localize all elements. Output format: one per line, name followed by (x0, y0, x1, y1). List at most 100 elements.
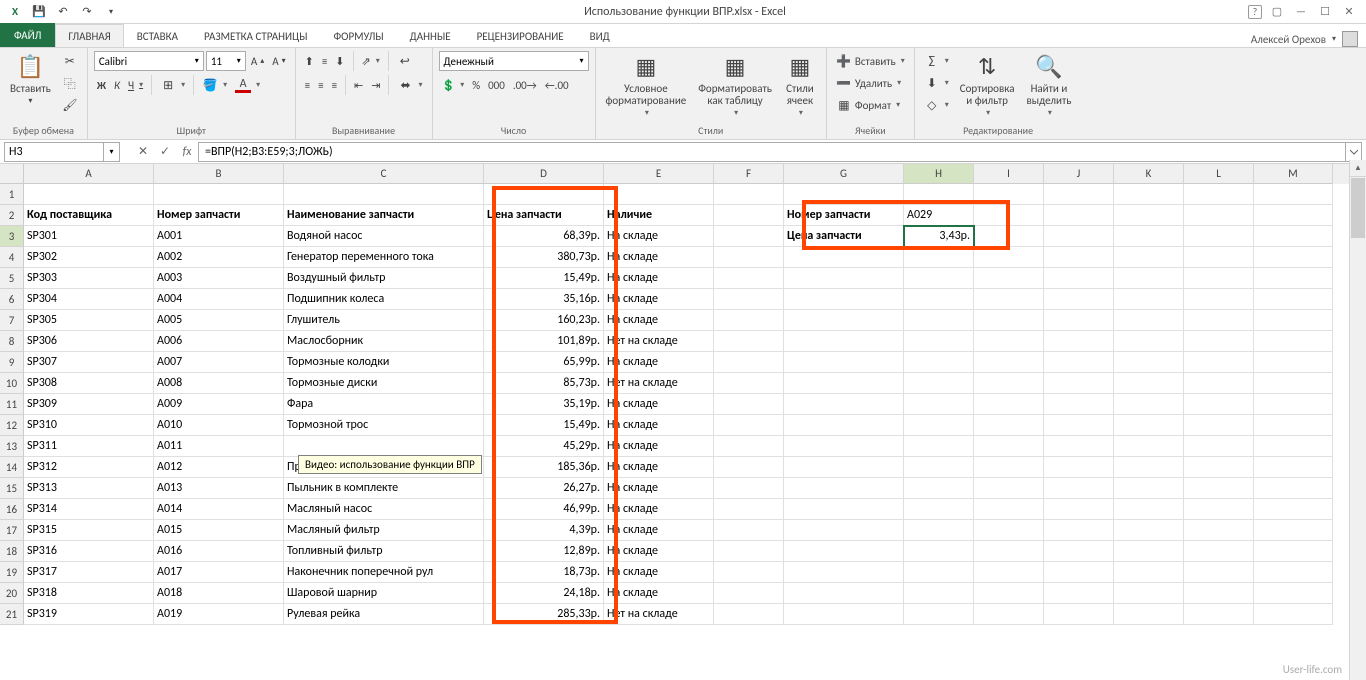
cell-L11[interactable] (1184, 394, 1254, 415)
cell-A13[interactable]: SP311 (24, 436, 154, 457)
vertical-scrollbar[interactable]: ▲ (1349, 160, 1366, 680)
cell-D12[interactable]: 15,49р. (484, 415, 604, 436)
row-header-11[interactable]: 11 (0, 394, 24, 415)
cell-G14[interactable] (784, 457, 904, 478)
percent-button[interactable]: % (469, 75, 483, 95)
cell-H12[interactable] (904, 415, 974, 436)
cell-G5[interactable] (784, 268, 904, 289)
cell-H1[interactable] (904, 184, 974, 205)
cell-A17[interactable]: SP315 (24, 520, 154, 541)
cell-H17[interactable] (904, 520, 974, 541)
cell-A5[interactable]: SP303 (24, 268, 154, 289)
cell-G17[interactable] (784, 520, 904, 541)
close-icon[interactable]: ✕ (1340, 4, 1358, 20)
cell-D5[interactable]: 15,49р. (484, 268, 604, 289)
cell-G2[interactable]: Номер запчасти (784, 205, 904, 226)
cell-L5[interactable] (1184, 268, 1254, 289)
autosum-button[interactable]: ∑ (921, 51, 952, 71)
cell-M14[interactable] (1254, 457, 1333, 478)
cell-E11[interactable]: На складе (604, 394, 714, 415)
cell-K14[interactable] (1114, 457, 1184, 478)
cell-L13[interactable] (1184, 436, 1254, 457)
cell-J13[interactable] (1044, 436, 1114, 457)
scroll-up-button[interactable]: ▲ (1350, 160, 1366, 177)
cell-H14[interactable] (904, 457, 974, 478)
cell-B15[interactable]: A013 (154, 478, 284, 499)
tab-review[interactable]: РЕЦЕНЗИРОВАНИЕ (464, 24, 577, 47)
column-header-J[interactable]: J (1044, 164, 1114, 184)
cell-K7[interactable] (1114, 310, 1184, 331)
ribbon-options-icon[interactable]: ▢ (1268, 4, 1286, 20)
cell-H16[interactable] (904, 499, 974, 520)
cell-L21[interactable] (1184, 604, 1254, 625)
cell-A9[interactable]: SP307 (24, 352, 154, 373)
cell-I12[interactable] (974, 415, 1044, 436)
border-button[interactable]: ⊞ (157, 75, 188, 95)
column-header-E[interactable]: E (604, 164, 714, 184)
cell-I1[interactable] (974, 184, 1044, 205)
cell-K13[interactable] (1114, 436, 1184, 457)
cell-J20[interactable] (1044, 583, 1114, 604)
align-left-button[interactable]: ≡ (302, 75, 313, 95)
cell-F8[interactable] (714, 331, 784, 352)
cell-E8[interactable]: Нет на складе (604, 331, 714, 352)
cell-D6[interactable]: 35,16р. (484, 289, 604, 310)
cell-D10[interactable]: 85,73р. (484, 373, 604, 394)
sort-filter-button[interactable]: ⇅ Сортировка и фильтр (956, 51, 1019, 120)
cell-G21[interactable] (784, 604, 904, 625)
format-cells-button[interactable]: ▦Формат (833, 95, 903, 115)
align-center-button[interactable]: ≡ (315, 75, 326, 95)
cell-D13[interactable]: 45,29р. (484, 436, 604, 457)
cell-L1[interactable] (1184, 184, 1254, 205)
cell-E2[interactable]: Наличие (604, 205, 714, 226)
shrink-font-button[interactable]: A▾ (269, 51, 288, 71)
column-header-K[interactable]: K (1114, 164, 1184, 184)
cell-I5[interactable] (974, 268, 1044, 289)
row-header-10[interactable]: 10 (0, 373, 24, 394)
clear-button[interactable]: ◇ (921, 95, 952, 115)
row-header-9[interactable]: 9 (0, 352, 24, 373)
cell-B4[interactable]: A002 (154, 247, 284, 268)
column-header-C[interactable]: C (284, 164, 484, 184)
user-area[interactable]: Алексей Орехов ▾ (1251, 31, 1366, 47)
copy-button[interactable]: ⿻ (59, 73, 81, 93)
cell-K8[interactable] (1114, 331, 1184, 352)
cell-E9[interactable]: На складе (604, 352, 714, 373)
font-name-select[interactable]: Calibri (94, 51, 204, 71)
currency-button[interactable]: 💲 (439, 75, 468, 95)
indent-button[interactable]: ⇥ (368, 75, 383, 95)
name-box[interactable]: H3 (4, 142, 104, 162)
cell-J5[interactable] (1044, 268, 1114, 289)
cell-M19[interactable] (1254, 562, 1333, 583)
cell-K15[interactable] (1114, 478, 1184, 499)
cell-M8[interactable] (1254, 331, 1333, 352)
cell-M13[interactable] (1254, 436, 1333, 457)
cell-J3[interactable] (1044, 226, 1114, 247)
cell-G15[interactable] (784, 478, 904, 499)
cell-K16[interactable] (1114, 499, 1184, 520)
cell-styles-button[interactable]: ▦ Стили ячеек (780, 51, 820, 120)
cell-H20[interactable] (904, 583, 974, 604)
cell-E5[interactable]: На складе (604, 268, 714, 289)
row-header-14[interactable]: 14 (0, 457, 24, 478)
bold-button[interactable]: Ж (94, 75, 109, 95)
cell-F6[interactable] (714, 289, 784, 310)
cell-J19[interactable] (1044, 562, 1114, 583)
cell-C4[interactable]: Генератор переменного тока (284, 247, 484, 268)
cell-I16[interactable] (974, 499, 1044, 520)
cell-A19[interactable]: SP317 (24, 562, 154, 583)
row-header-18[interactable]: 18 (0, 541, 24, 562)
cell-J8[interactable] (1044, 331, 1114, 352)
cell-K19[interactable] (1114, 562, 1184, 583)
cell-L12[interactable] (1184, 415, 1254, 436)
cell-B18[interactable]: A016 (154, 541, 284, 562)
cell-B3[interactable]: A001 (154, 226, 284, 247)
cell-G11[interactable] (784, 394, 904, 415)
cell-A2[interactable]: Код поставщика (24, 205, 154, 226)
column-header-A[interactable]: A (24, 164, 154, 184)
tab-data[interactable]: ДАННЫЕ (397, 24, 464, 47)
cell-D4[interactable]: 380,73р. (484, 247, 604, 268)
column-header-B[interactable]: B (154, 164, 284, 184)
cell-M11[interactable] (1254, 394, 1333, 415)
find-select-button[interactable]: 🔍 Найти и выделить (1022, 51, 1075, 120)
